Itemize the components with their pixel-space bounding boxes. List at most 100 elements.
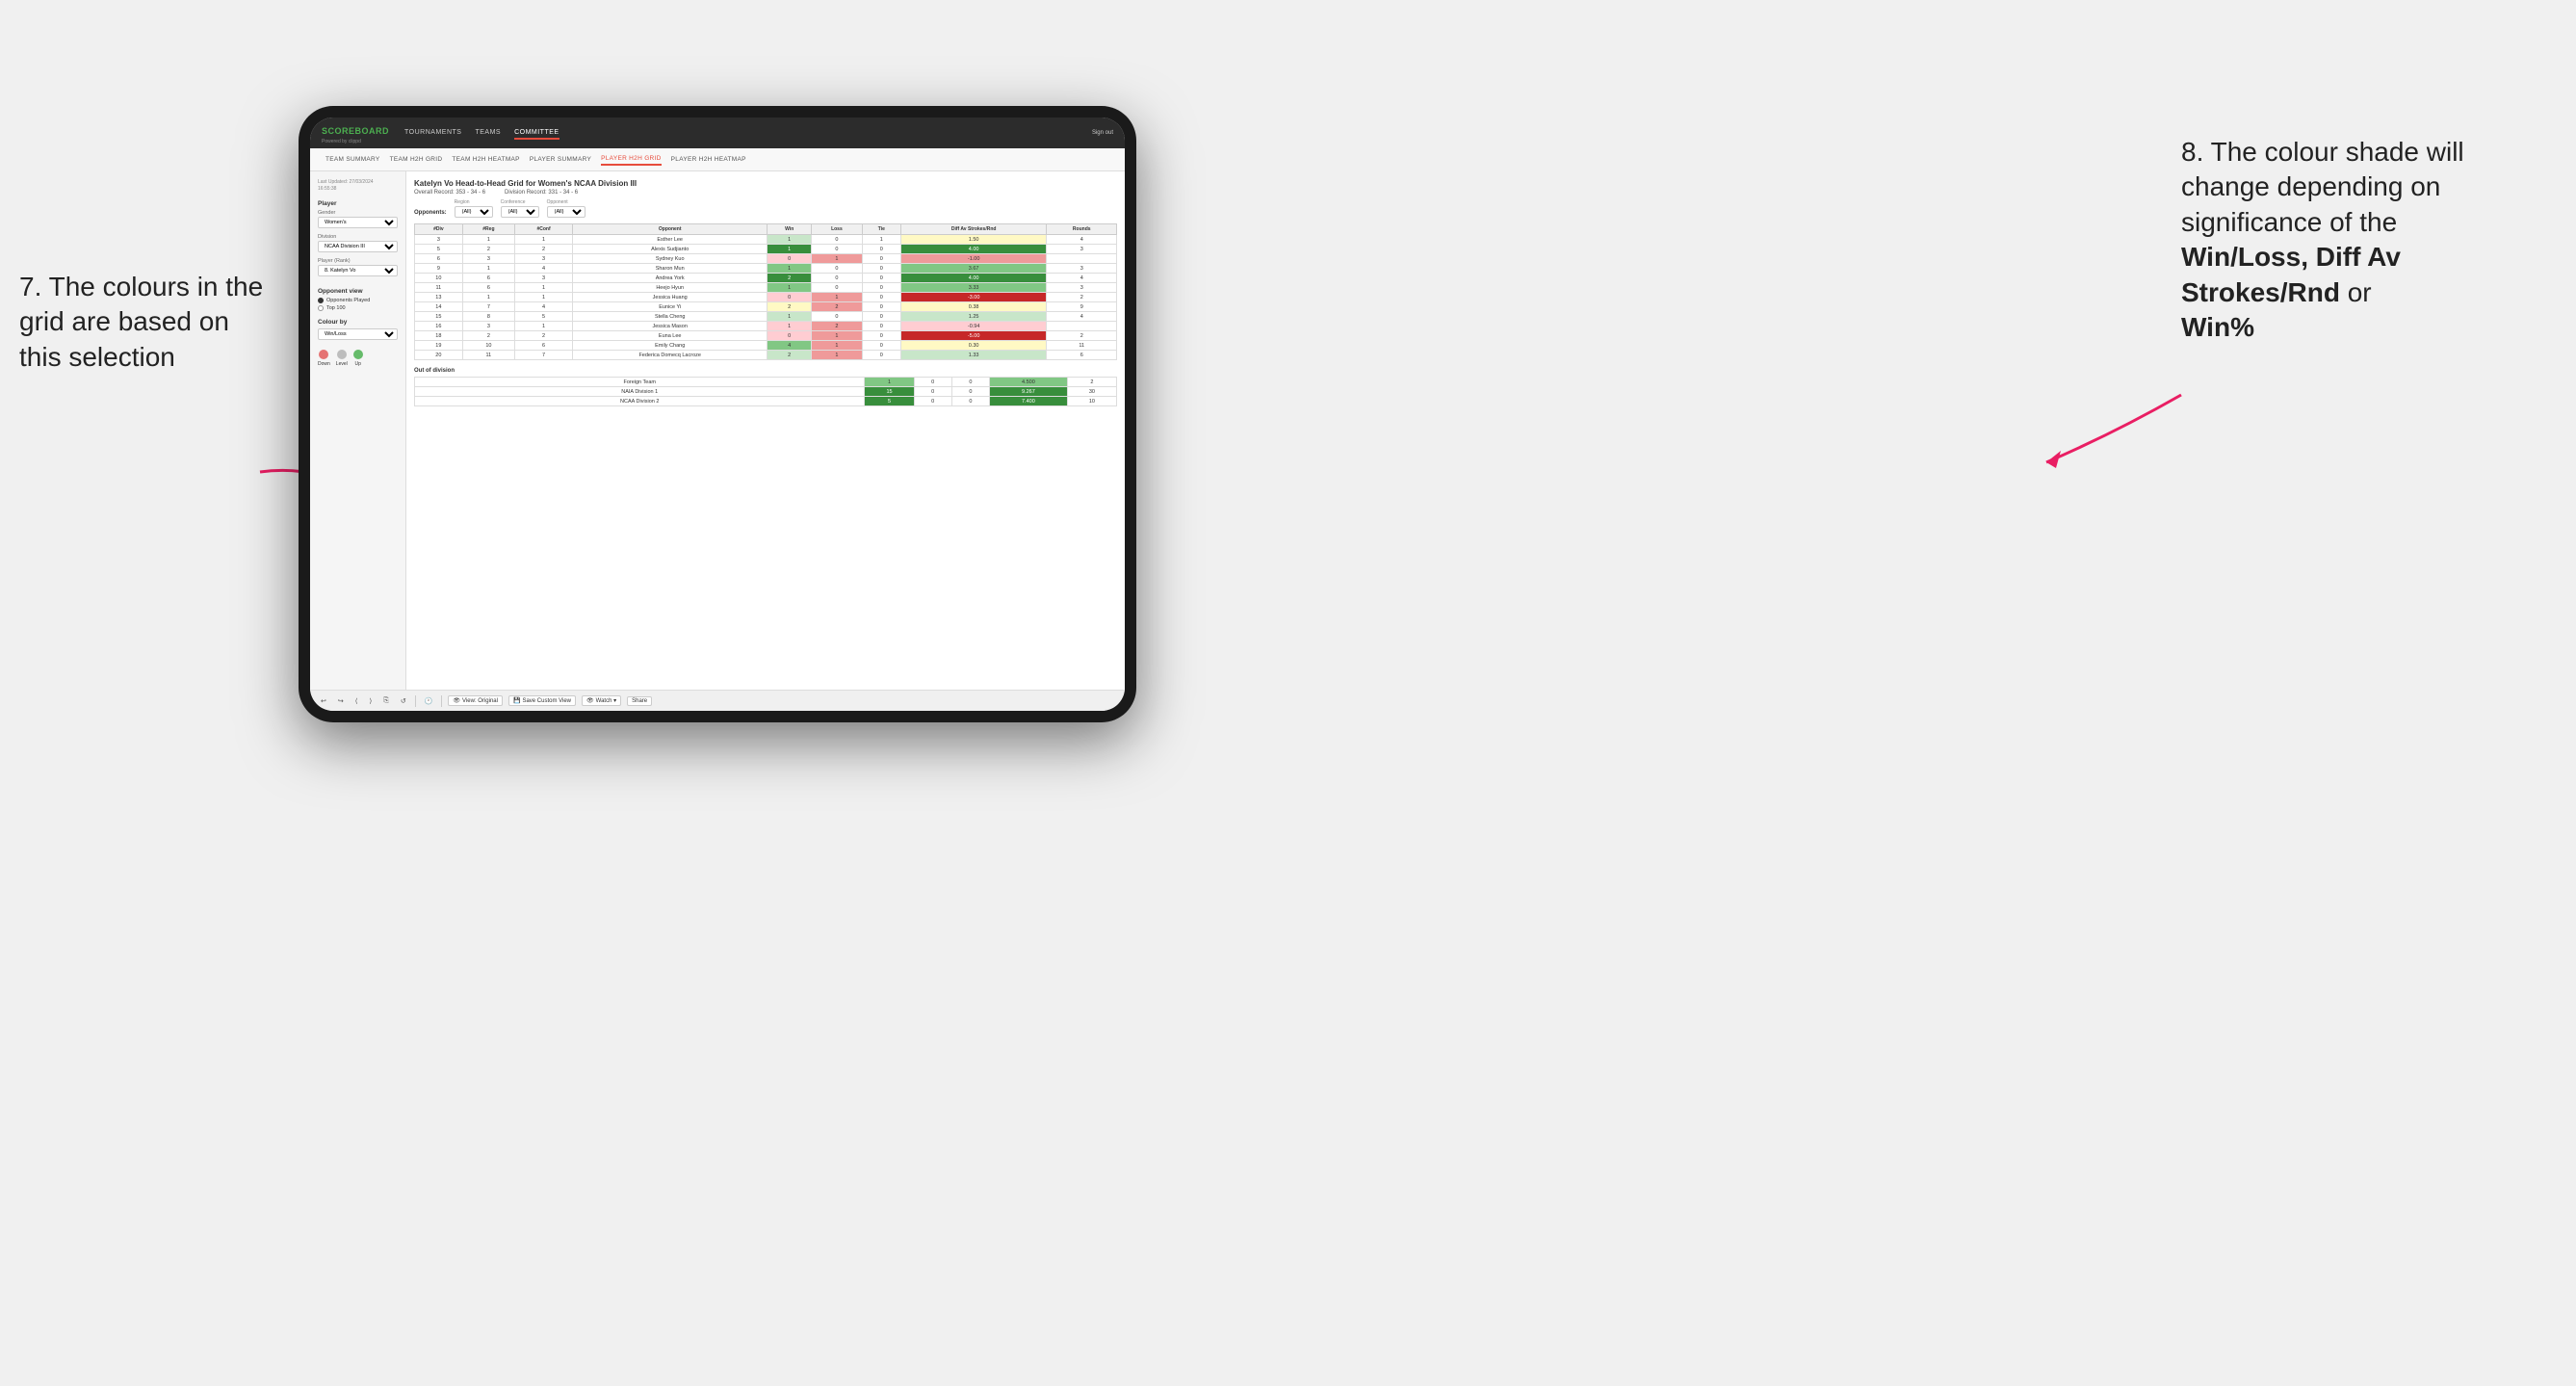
table-row: 20 11 7 Federica Domecq Lacroze 2 1 0 1.… (415, 351, 1117, 360)
table-row: 10 6 3 Andrea York 2 0 0 4.00 4 (415, 274, 1117, 283)
bottom-toolbar: ↩ ↪ ⟨ ⟩ ⎘ ↺ 🕐 👁 View: Original 💾 Save Cu… (310, 690, 1125, 711)
sub-nav-player-summary[interactable]: PLAYER SUMMARY (530, 154, 591, 165)
save-custom-btn[interactable]: 💾 Save Custom View (508, 695, 576, 706)
filter-opponent-select[interactable]: (All) (547, 206, 585, 218)
nav-tournaments[interactable]: TOURNAMENTS (404, 127, 461, 140)
ood-cell-rounds: 2 (1067, 378, 1116, 387)
cell-win: 2 (768, 351, 812, 360)
cell-loss: 0 (812, 283, 863, 293)
filter-row: Opponents: Region (All) Conference (All) (414, 199, 1117, 218)
cell-rounds (1047, 254, 1117, 264)
step-back-btn[interactable]: ⟨ (352, 696, 361, 706)
col-win: Win (768, 224, 812, 235)
ood-table-row: Foreign Team 1 0 0 4.500 2 (415, 378, 1117, 387)
radio-dot-opponents (318, 298, 324, 303)
cell-diff: 4.00 (900, 274, 1047, 283)
colour-by-select[interactable]: Win/Loss (318, 328, 398, 340)
colour-up: Up (353, 350, 363, 367)
refresh-btn[interactable]: ↺ (398, 696, 409, 706)
cell-loss: 0 (812, 235, 863, 245)
cell-reg: 2 (462, 245, 514, 254)
cell-tie: 0 (862, 245, 900, 254)
sub-nav-player-h2h-grid[interactable]: PLAYER H2H GRID (601, 153, 662, 166)
cell-conf: 6 (515, 341, 573, 351)
undo-btn[interactable]: ↩ (318, 696, 329, 706)
filter-conference-select[interactable]: (All) (501, 206, 539, 218)
player-rank-select[interactable]: 8. Katelyn Vo (318, 265, 398, 276)
sub-nav-player-h2h-heatmap[interactable]: PLAYER H2H HEATMAP (671, 154, 746, 165)
opponent-view-title: Opponent view (318, 288, 398, 295)
table-row: 15 8 5 Stella Cheng 1 0 0 1.25 4 (415, 312, 1117, 322)
ood-cell-win: 1 (865, 378, 914, 387)
cell-diff: -3.00 (900, 293, 1047, 302)
ood-cell-tie: 0 (951, 378, 989, 387)
cell-reg: 6 (462, 283, 514, 293)
cell-opponent: Federica Domecq Lacroze (573, 351, 768, 360)
cell-diff: 4.00 (900, 245, 1047, 254)
cell-opponent: Sydney Kuo (573, 254, 768, 264)
share-btn[interactable]: Share (627, 696, 652, 706)
clock-btn[interactable]: 🕐 (422, 696, 436, 706)
filter-opponent-group: Opponent (All) (547, 199, 585, 218)
view-original-btn[interactable]: 👁 View: Original (448, 695, 503, 706)
colour-level: Level (336, 350, 348, 367)
right-bold2: or (2348, 277, 2372, 307)
cell-rounds: 3 (1047, 245, 1117, 254)
nav-teams[interactable]: TEAMS (475, 127, 501, 140)
cell-conf: 3 (515, 274, 573, 283)
cell-win: 1 (768, 235, 812, 245)
table-row: 6 3 3 Sydney Kuo 0 1 0 -1.00 (415, 254, 1117, 264)
colour-by-title: Colour by (318, 319, 398, 326)
cell-tie: 0 (862, 322, 900, 331)
cell-reg: 1 (462, 293, 514, 302)
ood-table-row: NCAA Division 2 5 0 0 7.400 10 (415, 397, 1117, 406)
cell-reg: 1 (462, 264, 514, 274)
cell-div: 14 (415, 302, 463, 312)
copy-btn[interactable]: ⎘ (380, 696, 392, 706)
cell-div: 10 (415, 274, 463, 283)
sub-nav-team-summary[interactable]: TEAM SUMMARY (325, 154, 380, 165)
view-original-icon: 👁 (453, 697, 460, 704)
gender-select[interactable]: Women's (318, 217, 398, 228)
cell-reg: 7 (462, 302, 514, 312)
cell-win: 1 (768, 322, 812, 331)
right-bold3: Win% (2181, 312, 2254, 342)
sub-nav-team-h2h-heatmap[interactable]: TEAM H2H HEATMAP (452, 154, 519, 165)
cell-rounds: 11 (1047, 341, 1117, 351)
cell-div: 6 (415, 254, 463, 264)
cell-diff: 0.38 (900, 302, 1047, 312)
cell-opponent: Emily Chang (573, 341, 768, 351)
cell-div: 5 (415, 245, 463, 254)
watch-icon: 👁 (586, 697, 594, 704)
table-row: 5 2 2 Alexis Sudjianto 1 0 0 4.00 3 (415, 245, 1117, 254)
cell-loss: 0 (812, 274, 863, 283)
filter-conference-group: Conference (All) (501, 199, 539, 218)
cell-tie: 0 (862, 274, 900, 283)
ood-cell-opponent: Foreign Team (415, 378, 865, 387)
step-fwd-btn[interactable]: ⟩ (366, 696, 375, 706)
redo-btn[interactable]: ↪ (335, 696, 347, 706)
radio-opponents-played[interactable]: Opponents Played (318, 298, 398, 303)
cell-opponent: Jessica Huang (573, 293, 768, 302)
filter-opponent-label: Opponent (547, 199, 585, 205)
radio-top100[interactable]: Top 100 (318, 305, 398, 311)
cell-tie: 0 (862, 302, 900, 312)
right-annotation: 8. The colour shade will change dependin… (2181, 135, 2547, 345)
colour-dot-up (353, 350, 363, 359)
watch-btn[interactable]: 👁 Watch ▾ (582, 695, 621, 706)
nav-committee[interactable]: COMMITTEE (514, 127, 559, 140)
ood-cell-diff: 9.267 (989, 387, 1067, 397)
sign-out-link[interactable]: Sign out (1092, 130, 1113, 136)
filter-region-select[interactable]: (All) (455, 206, 493, 218)
colour-indicators: Down Level Up (318, 350, 398, 367)
table-row: 13 1 1 Jessica Huang 0 1 0 -3.00 2 (415, 293, 1117, 302)
division-select[interactable]: NCAA Division III (318, 241, 398, 252)
ood-cell-loss: 0 (914, 387, 951, 397)
sub-nav-team-h2h-grid[interactable]: TEAM H2H GRID (390, 154, 443, 165)
sub-nav: TEAM SUMMARY TEAM H2H GRID TEAM H2H HEAT… (310, 148, 1125, 171)
cell-tie: 0 (862, 312, 900, 322)
cell-loss: 0 (812, 312, 863, 322)
table-row: 19 10 6 Emily Chang 4 1 0 0.30 11 (415, 341, 1117, 351)
cell-diff: 1.25 (900, 312, 1047, 322)
col-conf: #Conf (515, 224, 573, 235)
